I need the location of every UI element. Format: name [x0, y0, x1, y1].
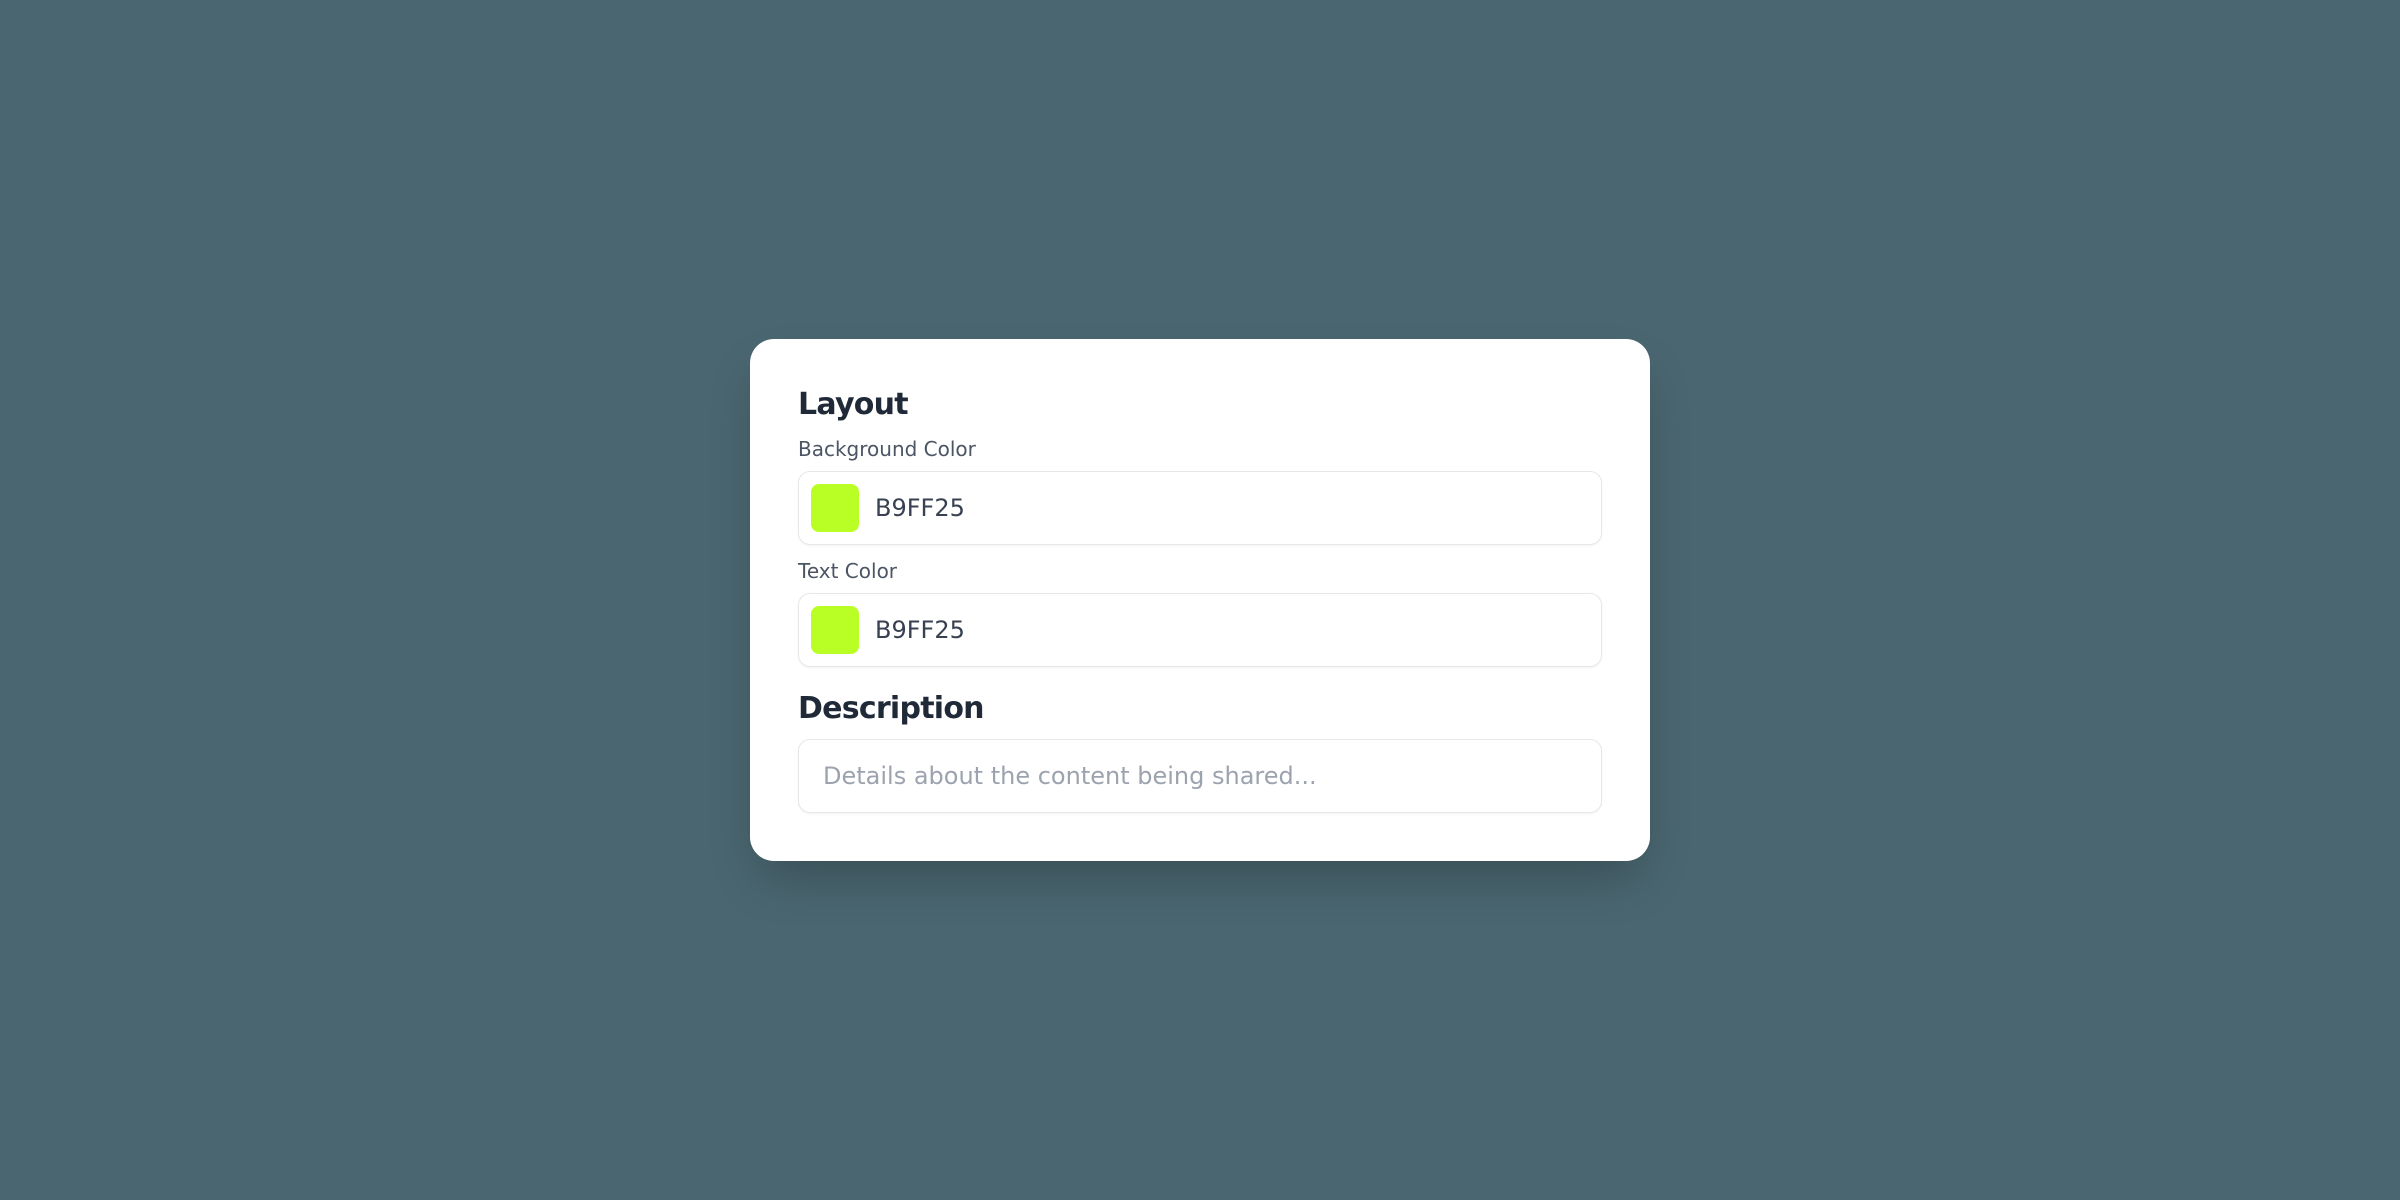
background-color-swatch[interactable] [811, 484, 859, 532]
text-color-input-wrapper[interactable] [798, 593, 1602, 667]
background-color-input[interactable] [875, 492, 1589, 524]
background-color-label: Background Color [798, 435, 1602, 463]
description-section-title: Description [798, 691, 1602, 727]
text-color-input[interactable] [875, 614, 1589, 646]
description-input[interactable] [798, 739, 1602, 813]
settings-card: Layout Background Color Text Color Descr… [750, 339, 1650, 861]
background-color-input-wrapper[interactable] [798, 471, 1602, 545]
text-color-field: Text Color [798, 557, 1602, 667]
text-color-label: Text Color [798, 557, 1602, 585]
text-color-swatch[interactable] [811, 606, 859, 654]
background-color-field: Background Color [798, 435, 1602, 545]
layout-section-title: Layout [798, 387, 1602, 423]
